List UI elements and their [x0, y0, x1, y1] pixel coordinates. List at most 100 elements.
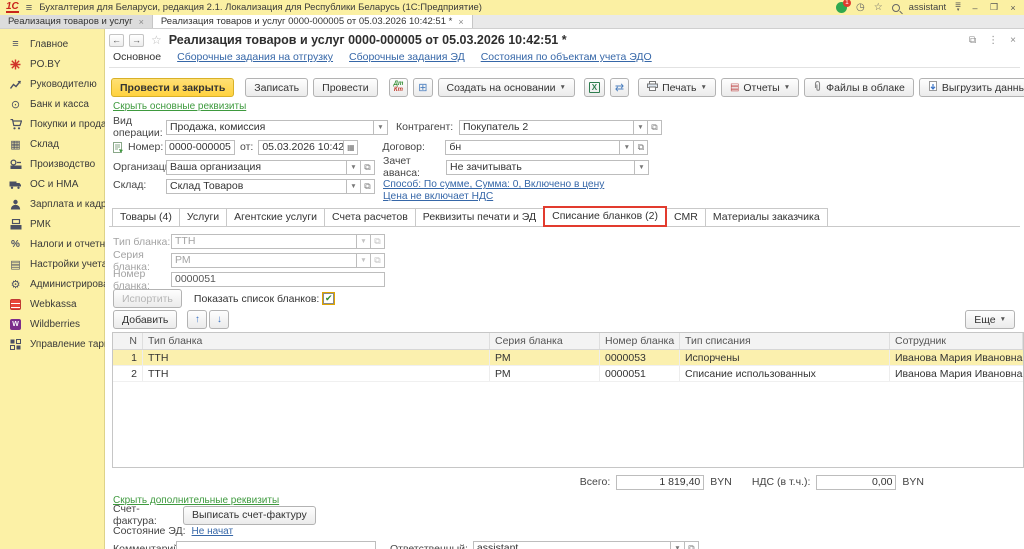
- notifications-icon[interactable]: 1: [836, 2, 847, 13]
- sidebar-item-zarplata-kadry[interactable]: Зарплата и кадры: [0, 194, 104, 214]
- move-up-icon[interactable]: ↑: [187, 310, 207, 329]
- dropdown-icon[interactable]: ▼: [620, 140, 634, 155]
- dropdown-icon[interactable]: ▼: [347, 179, 361, 194]
- contract-input[interactable]: бн: [445, 140, 620, 155]
- tab-agentskie[interactable]: Агентские услуги: [226, 208, 325, 226]
- sidebar-item-upravlenie-tarifom[interactable]: Управление тарифом: [0, 334, 104, 354]
- set-number-icon[interactable]: [113, 142, 124, 153]
- add-row-button[interactable]: Добавить: [113, 310, 177, 329]
- warehouse-input[interactable]: Склад Товаров: [166, 179, 347, 194]
- sidebar-item-sklad[interactable]: ▦ Склад: [0, 134, 104, 154]
- tab-spisanie-blankov[interactable]: Списание бланков (2): [543, 206, 667, 227]
- col-blank-type[interactable]: Тип бланка: [143, 333, 490, 349]
- favorite-star-icon[interactable]: ☆: [151, 33, 162, 47]
- favorites-star-icon[interactable]: ☆: [874, 3, 883, 13]
- print-button[interactable]: Печать▼: [638, 78, 716, 97]
- edi-exchange-button[interactable]: ⇄: [610, 78, 629, 97]
- post-close-button[interactable]: Провести и закрыть: [111, 78, 234, 97]
- vat-method-link[interactable]: Способ: По сумме, Сумма: 0, Включено в ц…: [383, 179, 604, 191]
- total-input[interactable]: 1 819,40: [616, 475, 704, 490]
- dropdown-icon[interactable]: ▼: [635, 160, 649, 175]
- dropdown-icon[interactable]: ▼: [634, 120, 648, 135]
- open-icon[interactable]: ⧉: [685, 541, 699, 549]
- tab-scheta[interactable]: Счета расчетов: [324, 208, 416, 226]
- cloud-files-button[interactable]: Файлы в облаке: [804, 78, 914, 97]
- reports-button[interactable]: ▤ Отчеты▼: [721, 78, 799, 97]
- number-input[interactable]: 0000-000005: [165, 140, 235, 155]
- sidebar-item-nastroiki-ucheta[interactable]: ▤ Настройки учета: [0, 254, 104, 274]
- col-blank-series[interactable]: Серия бланка: [490, 333, 600, 349]
- table-row[interactable]: 2 ТТН РМ 0000051 Списание использованных…: [113, 366, 1023, 382]
- sidebar-item-nalogi[interactable]: % Налоги и отчетность: [0, 234, 104, 254]
- history-icon[interactable]: ◷: [856, 3, 865, 13]
- close-tab-icon[interactable]: ×: [139, 17, 144, 27]
- vat-total-input[interactable]: 0,00: [816, 475, 896, 490]
- main-menu-icon[interactable]: ≡: [26, 2, 32, 14]
- col-employee[interactable]: Сотрудник: [890, 333, 1023, 349]
- dropdown-icon[interactable]: ▼: [374, 120, 388, 135]
- tab-cmr[interactable]: CMR: [666, 208, 706, 226]
- search-icon[interactable]: [892, 4, 900, 12]
- ed-state-link[interactable]: Не начат: [192, 526, 234, 537]
- sidebar-item-proizvodstvo[interactable]: Производство: [0, 154, 104, 174]
- minimize-icon[interactable]: –: [970, 3, 980, 13]
- post-button[interactable]: Провести: [313, 78, 377, 97]
- responsible-input[interactable]: assistant: [473, 541, 671, 549]
- spoil-button[interactable]: Испортить: [113, 289, 182, 308]
- sidebar-item-bank-kassa[interactable]: ⊙ Банк и касса: [0, 94, 104, 114]
- structure-button[interactable]: ⊞: [413, 78, 432, 97]
- table-row[interactable]: 1 ТТН РМ 0000053 Испорчены Иванова Мария…: [113, 350, 1023, 366]
- export-data-button[interactable]: Выгрузить данные в файл: [919, 78, 1024, 97]
- counterparty-input[interactable]: Покупатель 2: [459, 120, 634, 135]
- save-button[interactable]: Записать: [245, 78, 308, 97]
- col-blank-number[interactable]: Номер бланка: [600, 333, 680, 349]
- move-down-icon[interactable]: ↓: [209, 310, 229, 329]
- forward-icon[interactable]: →: [129, 34, 144, 47]
- sidebar-item-os-nma[interactable]: ОС и НМА: [0, 174, 104, 194]
- open-icon[interactable]: ⧉: [634, 140, 648, 155]
- tab-uslugi[interactable]: Услуги: [179, 208, 227, 226]
- sidebar-item-administrirovanie[interactable]: ⚙ Администрирование: [0, 274, 104, 294]
- col-writeoff-type[interactable]: Тип списания: [680, 333, 890, 349]
- dropdown-icon[interactable]: ▼: [347, 160, 361, 175]
- sidebar-item-glavnoe[interactable]: ≡ Главное: [0, 34, 104, 54]
- price-vat-link[interactable]: Цена не включает НДС: [383, 191, 604, 203]
- get-link-icon[interactable]: ⧉: [969, 35, 976, 46]
- blank-type-input[interactable]: ТТН: [171, 234, 357, 249]
- advance-input[interactable]: Не зачитывать: [446, 160, 635, 175]
- dropdown-icon[interactable]: ▼: [671, 541, 685, 549]
- window-tab-list[interactable]: Реализация товаров и услуг ×: [0, 15, 153, 28]
- close-tab-icon[interactable]: ×: [458, 17, 463, 27]
- col-n[interactable]: N: [113, 333, 143, 349]
- open-icon[interactable]: ⧉: [648, 120, 662, 135]
- show-postings-button[interactable]: ДтКт: [389, 78, 409, 97]
- operation-input[interactable]: Продажа, комиссия: [166, 120, 374, 135]
- nav-edo-states[interactable]: Состояния по объектам учета ЭДО: [481, 51, 652, 63]
- more-vertical-icon[interactable]: ⋮: [988, 35, 998, 46]
- show-blanks-checkbox[interactable]: ✔: [323, 293, 334, 304]
- sidebar-item-wildberries[interactable]: W Wildberries: [0, 314, 104, 334]
- back-icon[interactable]: ←: [109, 34, 124, 47]
- sidebar-item-pokupki-prodazhi[interactable]: Покупки и продажи: [0, 114, 104, 134]
- sidebar-item-rukovoditelyu[interactable]: Руководителю: [0, 74, 104, 94]
- tab-materialy[interactable]: Материалы заказчика: [705, 208, 828, 226]
- nav-main[interactable]: Основное: [113, 51, 161, 63]
- service-menu-icon[interactable]: ≡▾: [955, 3, 961, 13]
- hide-main-requisites-link[interactable]: Скрыть основные реквизиты: [113, 101, 246, 112]
- close-window-icon[interactable]: ×: [1008, 3, 1018, 13]
- blank-series-input[interactable]: РМ: [171, 253, 357, 268]
- excel-button[interactable]: X: [584, 78, 605, 97]
- open-icon[interactable]: ⧉: [361, 160, 375, 175]
- sidebar-item-rmk[interactable]: РМК: [0, 214, 104, 234]
- table-more-button[interactable]: Еще▼: [965, 310, 1015, 329]
- blank-number-input[interactable]: 0000051: [171, 272, 385, 287]
- tab-tovary[interactable]: Товары (4): [112, 208, 180, 226]
- date-input[interactable]: 05.03.2026 10:42:51: [258, 140, 344, 155]
- nav-assembly-ed[interactable]: Сборочные задания ЭД: [349, 51, 465, 63]
- organization-input[interactable]: Ваша организация: [166, 160, 347, 175]
- comment-input[interactable]: [176, 541, 376, 549]
- calendar-icon[interactable]: ▦: [344, 140, 358, 155]
- restore-icon[interactable]: ❒: [989, 2, 999, 13]
- current-user[interactable]: assistant: [909, 2, 947, 13]
- close-document-icon[interactable]: ×: [1010, 35, 1016, 46]
